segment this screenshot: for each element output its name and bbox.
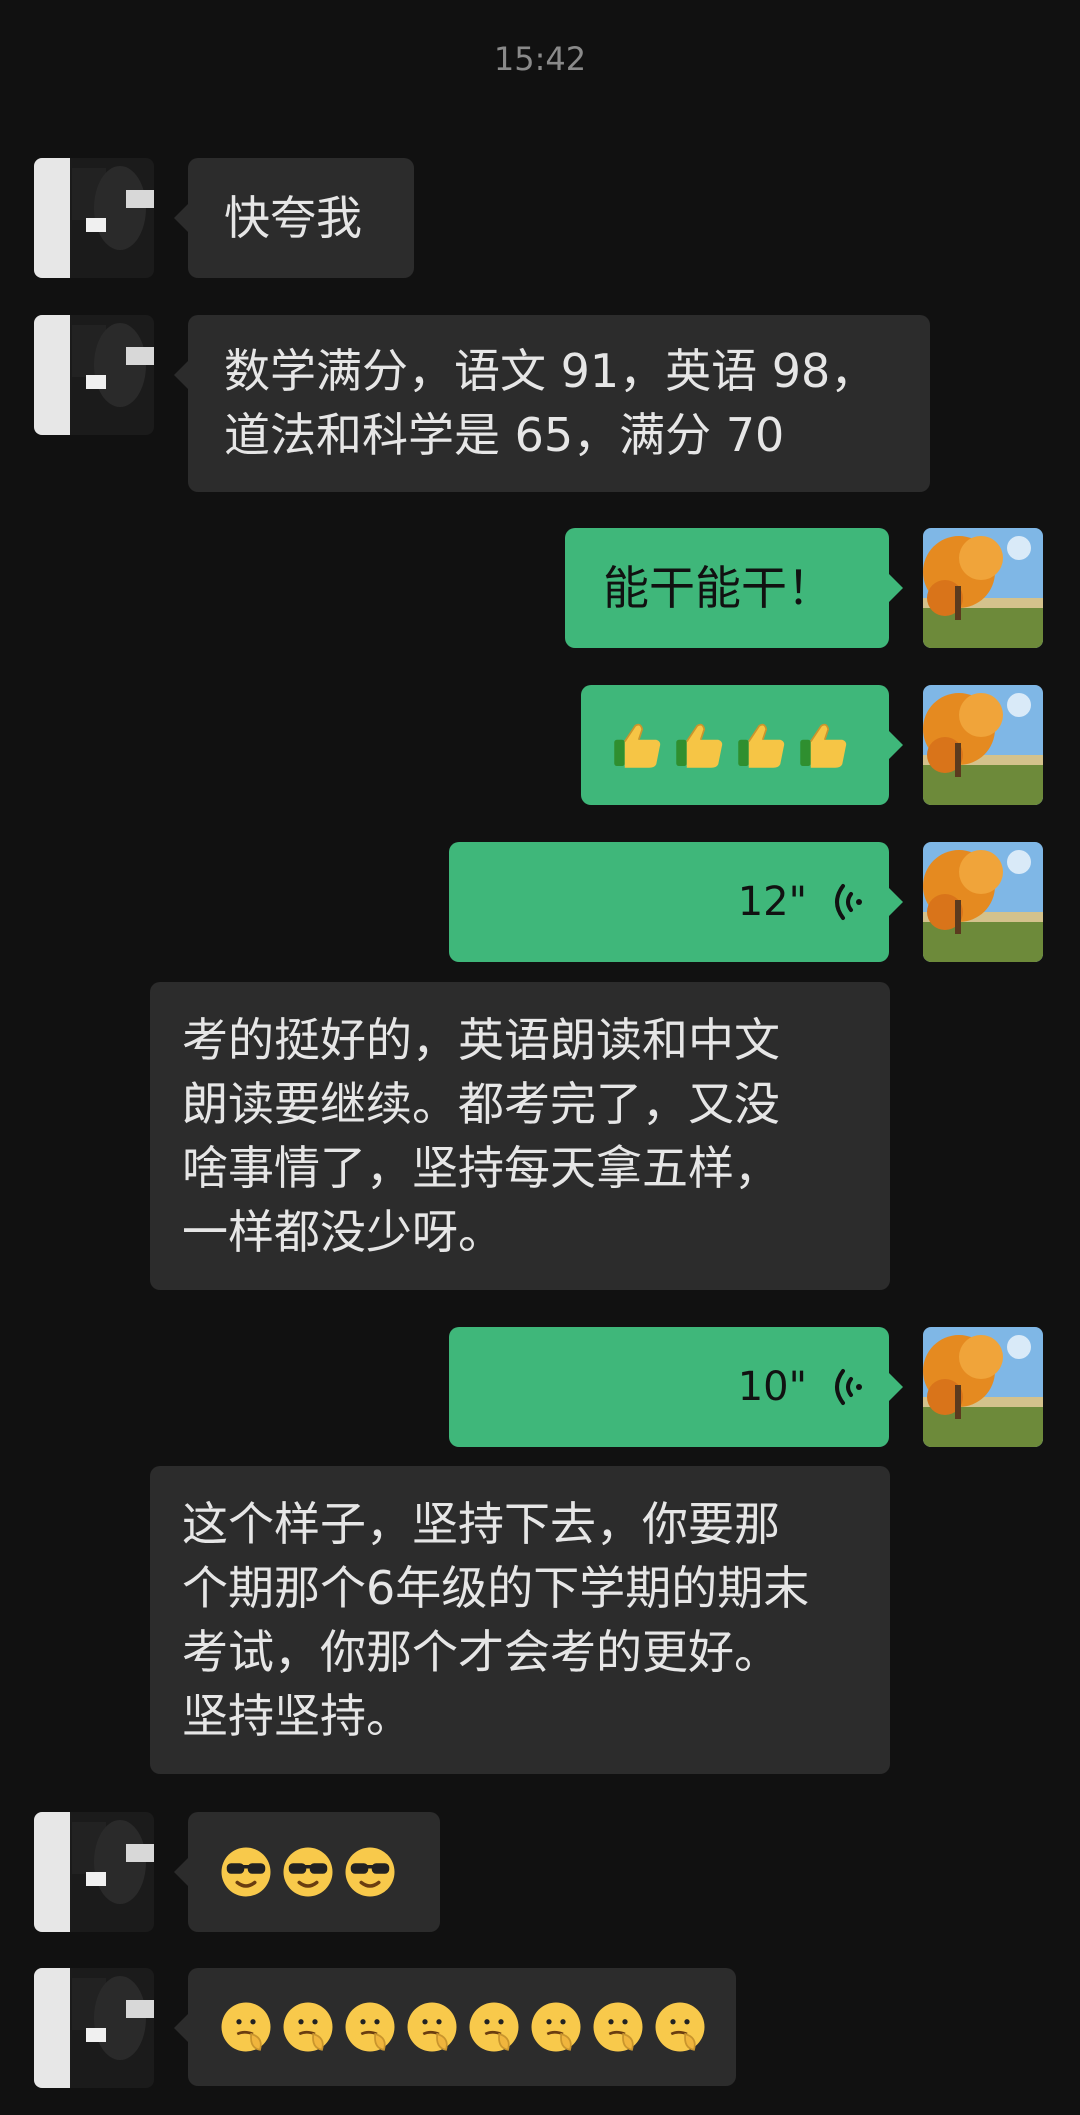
avatar-left[interactable] (34, 315, 154, 435)
emoji-row (218, 1812, 410, 1932)
chat-timestamp: 15:42 (493, 40, 587, 78)
thinking-face-icon (652, 1999, 708, 2055)
thumbs-up-icon (671, 717, 727, 773)
message-bubble[interactable] (174, 1968, 736, 2086)
sunglasses-face-icon (342, 1844, 398, 1900)
thinking-face-icon (342, 1999, 398, 2055)
message-bubble[interactable] (174, 1812, 440, 1932)
voice-duration: 12" (737, 879, 807, 925)
grayscale-photo-avatar-icon (34, 315, 154, 435)
voice-meta: 12" (738, 842, 865, 962)
avatar-right[interactable] (923, 685, 1043, 805)
sunglasses-face-icon (280, 1844, 336, 1900)
message-text: 快夸我 (224, 191, 362, 245)
avatar-left[interactable] (34, 1968, 154, 2088)
thinking-face-icon (528, 1999, 584, 2055)
voice-wave-icon (825, 878, 865, 926)
voice-message-bubble[interactable]: 10" (449, 1327, 903, 1447)
message-text: 能干能干！ (603, 561, 833, 615)
message-bubble[interactable]: 能干能干！ (565, 528, 903, 648)
message-bubble[interactable]: 考的挺好的，英语朗读和中文 朗读要继续。都考完了，又没 啥事情了，坚持每天拿五样… (150, 982, 890, 1290)
thinking-face-icon (404, 1999, 460, 2055)
voice-wave-icon (825, 1363, 865, 1411)
voice-message-bubble[interactable]: 12" (449, 842, 903, 962)
autumn-tree-avatar-icon (923, 685, 1043, 805)
emoji-row (218, 1968, 706, 2086)
thinking-face-icon (280, 1999, 336, 2055)
avatar-right[interactable] (923, 528, 1043, 648)
thinking-face-icon (590, 1999, 646, 2055)
grayscale-photo-avatar-icon (34, 158, 154, 278)
message-text: 数学满分，语文 91，英语 98， 道法和科学是 65，满分 70 (224, 344, 877, 462)
message-bubble[interactable]: 这个样子，坚持下去，你要那 个期那个6年级的下学期的期末 考试，你那个才会考的更… (150, 1466, 890, 1774)
avatar-left[interactable] (34, 1812, 154, 1932)
thumbs-up-icon (795, 717, 851, 773)
grayscale-photo-avatar-icon (34, 1812, 154, 1932)
message-text: 这个样子，坚持下去，你要那 个期那个6年级的下学期的期末 考试，你那个才会考的更… (182, 1497, 810, 1743)
autumn-tree-avatar-icon (923, 842, 1043, 962)
thinking-face-icon (466, 1999, 522, 2055)
thinking-face-icon (218, 1999, 274, 2055)
grayscale-photo-avatar-icon (34, 1968, 154, 2088)
autumn-tree-avatar-icon (923, 1327, 1043, 1447)
message-text: 考的挺好的，英语朗读和中文 朗读要继续。都考完了，又没 啥事情了，坚持每天拿五样… (182, 1013, 780, 1259)
voice-meta: 10" (738, 1327, 865, 1447)
emoji-row (609, 685, 861, 805)
voice-duration: 10" (737, 1364, 807, 1410)
sunglasses-face-icon (218, 1844, 274, 1900)
avatar-left[interactable] (34, 158, 154, 278)
message-bubble[interactable]: 数学满分，语文 91，英语 98， 道法和科学是 65，满分 70 (174, 315, 930, 492)
message-bubble[interactable]: 快夸我 (174, 158, 414, 278)
autumn-tree-avatar-icon (923, 528, 1043, 648)
message-bubble[interactable] (581, 685, 903, 805)
thumbs-up-icon (609, 717, 665, 773)
thumbs-up-icon (733, 717, 789, 773)
avatar-right[interactable] (923, 842, 1043, 962)
avatar-right[interactable] (923, 1327, 1043, 1447)
